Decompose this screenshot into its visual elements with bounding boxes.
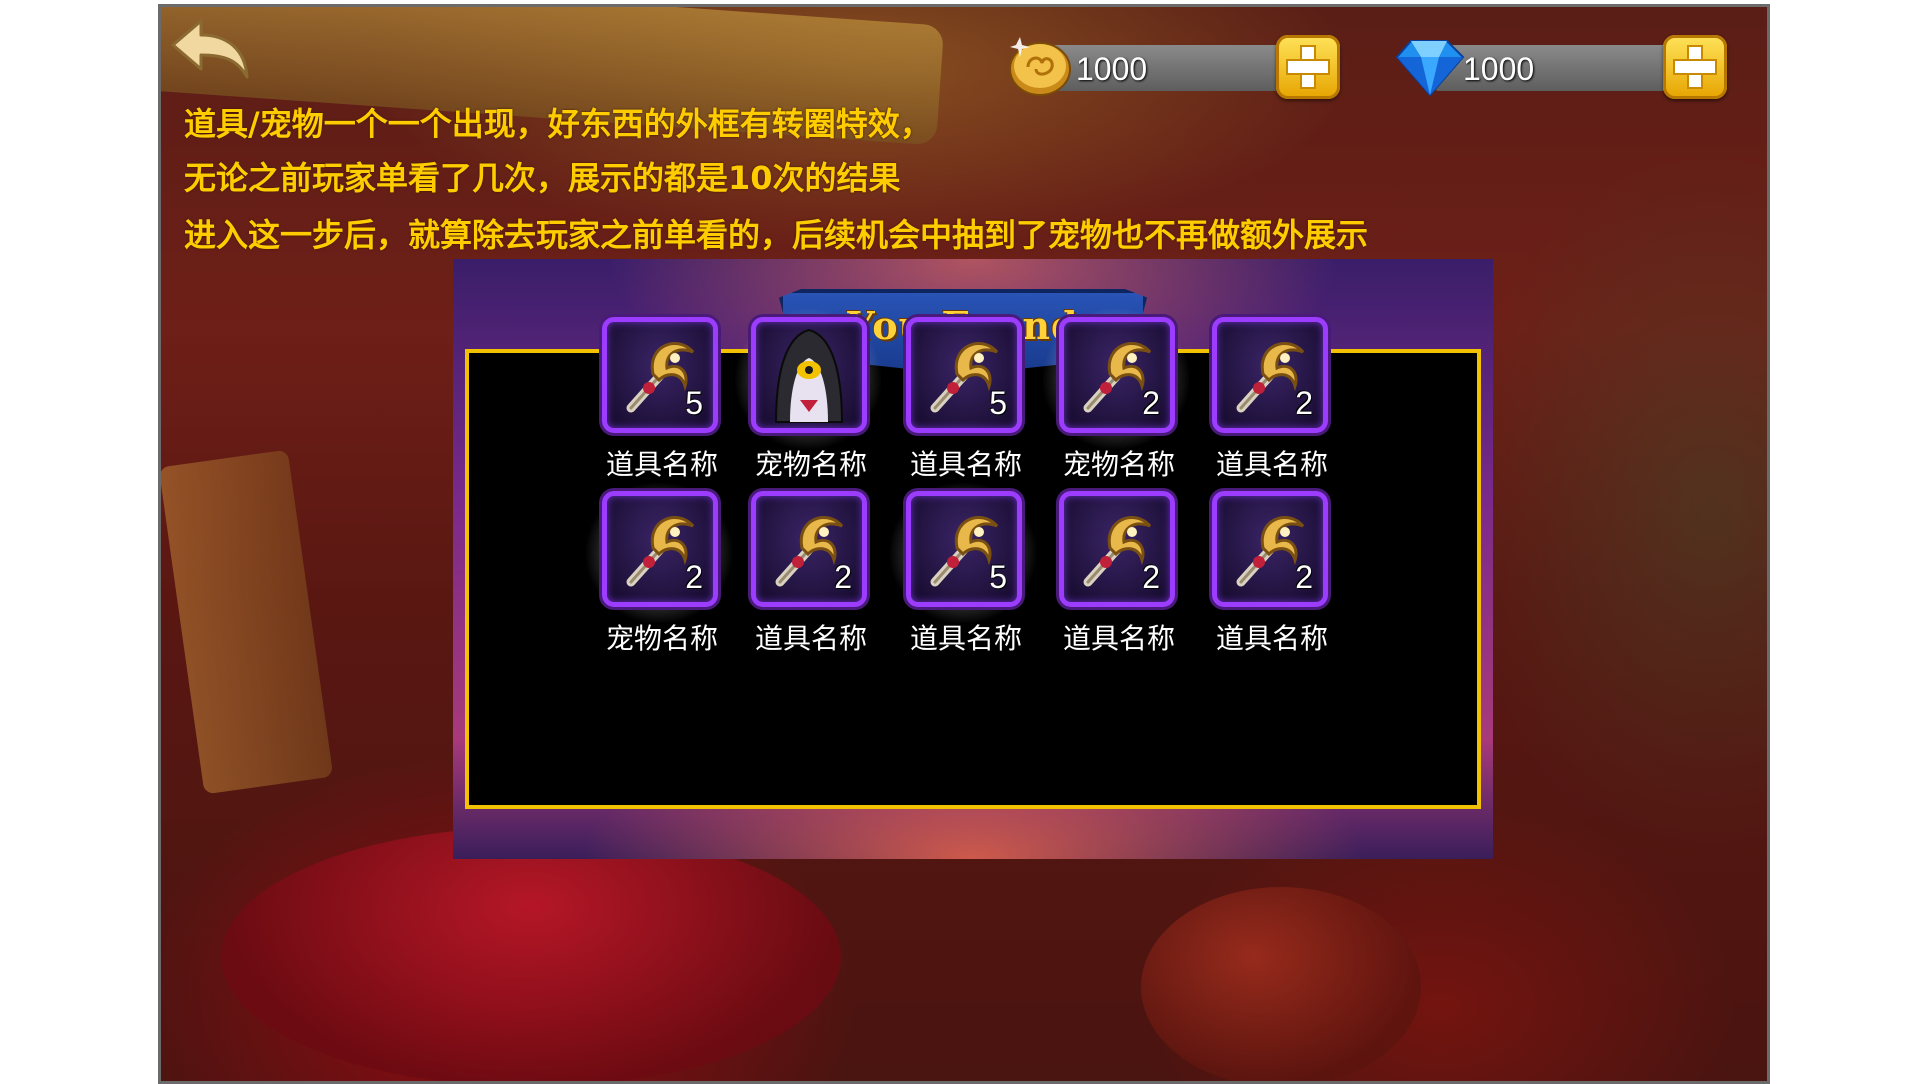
design-note-line-2: 无论之前玩家单看了几次，展示的都是10次的结果 xyxy=(184,159,901,197)
reward-slot[interactable]: 2 道具名称 xyxy=(1049,491,1219,671)
reward-name: 宠物名称 xyxy=(754,448,867,481)
item-count: 2 xyxy=(685,559,703,595)
background-red-drum xyxy=(221,827,841,1081)
item-icon-frame: 2 xyxy=(751,491,867,607)
reward-name: 宠物名称 xyxy=(605,622,718,655)
reward-slot[interactable]: 5 道具名称 xyxy=(896,317,1066,497)
item-icon-frame: 5 xyxy=(906,317,1022,433)
you-found-popup: You Found 5道具名称宠物名称5道具名称2宠物名称2道具名称2宠物名称2… xyxy=(453,259,1493,859)
reward-slot[interactable]: 2 宠物名称 xyxy=(586,483,762,671)
reward-name: 道具名称 xyxy=(909,448,1022,481)
add-coin-button[interactable] xyxy=(1276,35,1340,99)
reward-name: 道具名称 xyxy=(1062,622,1175,655)
reward-slot[interactable]: 2 宠物名称 xyxy=(1043,309,1219,497)
item-count: 5 xyxy=(685,385,703,421)
blue-diamond-icon xyxy=(1393,35,1467,99)
reward-slot[interactable]: 2 道具名称 xyxy=(1202,491,1372,671)
design-note-line-1: 道具/宠物一个一个出现，好东西的外框有转圈特效， xyxy=(184,105,932,143)
hooded-pet-icon xyxy=(774,328,844,423)
reward-name: 道具名称 xyxy=(1215,448,1328,481)
reward-slot[interactable]: 2 道具名称 xyxy=(1202,317,1372,497)
background-sticks xyxy=(161,449,334,795)
add-gem-button[interactable] xyxy=(1663,35,1727,99)
reward-name: 道具名称 xyxy=(909,622,1022,655)
game-screen: 1000 1000 道具/宠物一个一个出现，好东西的外框有转圈特效， 无论之前玩… xyxy=(158,4,1770,1084)
item-count: 2 xyxy=(1295,559,1313,595)
item-icon-frame: 2 xyxy=(1059,491,1175,607)
item-count: 2 xyxy=(1142,385,1160,421)
back-button[interactable] xyxy=(165,15,255,85)
reward-name: 道具名称 xyxy=(754,622,867,655)
reward-name: 道具名称 xyxy=(605,448,718,481)
pet-icon-frame xyxy=(751,317,867,433)
reward-slot[interactable]: 2 道具名称 xyxy=(741,491,911,671)
gold-coin-icon xyxy=(1006,35,1080,99)
design-note-line-3: 进入这一步后，就算除去玩家之前单看的，后续机会中抽到了宠物也不再做额外展示 xyxy=(184,216,1369,254)
background-red-ball xyxy=(1141,887,1421,1081)
item-icon-frame: 5 xyxy=(906,491,1022,607)
item-count: 2 xyxy=(1295,385,1313,421)
item-icon-frame: 2 xyxy=(1059,317,1175,433)
reward-slot[interactable]: 宠物名称 xyxy=(735,309,911,497)
gem-amount: 1000 xyxy=(1463,51,1535,87)
item-icon-frame: 2 xyxy=(1212,491,1328,607)
item-count: 2 xyxy=(834,559,852,595)
item-icon-frame: 5 xyxy=(602,317,718,433)
item-icon-frame: 2 xyxy=(602,491,718,607)
item-count: 5 xyxy=(989,385,1007,421)
reward-name: 宠物名称 xyxy=(1062,448,1175,481)
back-arrow-icon xyxy=(171,19,249,79)
item-count: 5 xyxy=(989,559,1007,595)
item-count: 2 xyxy=(1142,559,1160,595)
reward-slot[interactable]: 5 道具名称 xyxy=(890,483,1066,671)
item-icon-frame: 2 xyxy=(1212,317,1328,433)
reward-name: 道具名称 xyxy=(1215,622,1328,655)
coin-amount: 1000 xyxy=(1076,51,1148,87)
